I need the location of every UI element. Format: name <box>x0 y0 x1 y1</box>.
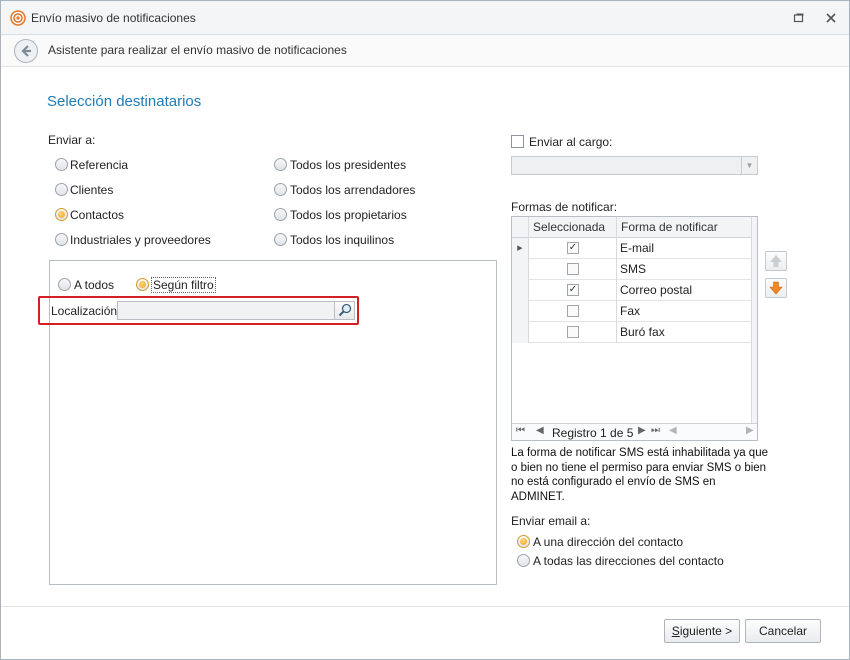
cell-method: Correo postal <box>620 283 693 297</box>
radio-one-address-label[interactable]: A una dirección del contacto <box>533 535 683 549</box>
cell-selected[interactable]: ✓ <box>529 280 617 301</box>
next-record-icon[interactable]: ▶ <box>638 425 646 436</box>
move-down-icon <box>769 281 783 295</box>
row-checkbox[interactable]: ✓ <box>567 242 579 254</box>
radio-contactos-label[interactable]: Contactos <box>70 208 124 222</box>
table-row[interactable]: ▶ ✓ E-mail <box>512 238 752 259</box>
row-checkbox[interactable] <box>567 263 579 275</box>
grid-corner <box>512 217 529 238</box>
location-label: Localización: <box>51 304 121 318</box>
title-bar: Envío masivo de notificaciones <box>1 1 849 35</box>
radio-clientes-label[interactable]: Clientes <box>70 183 113 197</box>
column-header-method[interactable]: Forma de notificar <box>617 217 752 238</box>
record-counter: Registro 1 de 5 <box>552 426 634 440</box>
location-input[interactable] <box>117 301 355 320</box>
cell-method: SMS <box>620 262 647 276</box>
radio-a-todos-label[interactable]: A todos <box>74 278 114 292</box>
search-icon <box>338 303 352 317</box>
first-record-icon[interactable]: ⏮ <box>516 425 525 436</box>
notify-methods-label: Formas de notificar: <box>511 200 618 214</box>
chevron-down-icon[interactable]: ▼ <box>741 157 757 174</box>
cell-method: Fax <box>620 304 641 318</box>
table-row[interactable]: ✓ Correo postal <box>512 280 752 301</box>
radio-presidentes-label[interactable]: Todos los presidentes <box>290 158 406 172</box>
restore-button[interactable] <box>791 10 807 26</box>
table-row[interactable]: SMS <box>512 259 752 280</box>
cell-selected[interactable] <box>529 322 617 343</box>
notify-methods-grid: Seleccionada Forma de notificar ▶ ✓ E-ma… <box>511 216 758 441</box>
location-search-button[interactable] <box>334 302 354 319</box>
next-button-accelerator: S <box>671 624 680 638</box>
cell-selected[interactable] <box>529 259 617 280</box>
radio-segun-filtro[interactable] <box>136 278 149 291</box>
radio-industriales-label[interactable]: Industriales y proveedores <box>70 233 211 247</box>
radio-clientes[interactable] <box>55 183 68 196</box>
cell-selected[interactable] <box>529 301 617 322</box>
row-checkbox[interactable]: ✓ <box>567 284 579 296</box>
radio-a-todos[interactable] <box>58 278 71 291</box>
app-icon <box>10 10 26 26</box>
scroll-right-icon[interactable]: ▶ <box>746 425 754 436</box>
next-button-label: iguiente > <box>679 624 733 638</box>
dialog-window: Envío masivo de notificaciones Asistente… <box>0 0 850 660</box>
section-title: Selección destinatarios <box>47 93 202 110</box>
send-email-label: Enviar email a: <box>511 514 591 528</box>
radio-industriales[interactable] <box>55 233 68 246</box>
column-header-selected[interactable]: Seleccionada <box>529 217 617 238</box>
row-checkbox[interactable] <box>567 305 579 317</box>
move-down-button[interactable] <box>765 278 787 298</box>
next-button[interactable]: Siguiente > <box>664 619 740 643</box>
radio-one-address[interactable] <box>517 535 530 548</box>
radio-segun-filtro-label[interactable]: Según filtro <box>151 277 216 293</box>
cell-selected[interactable]: ✓ <box>529 238 617 259</box>
cancel-button[interactable]: Cancelar <box>745 619 821 643</box>
close-button[interactable] <box>823 10 839 26</box>
last-record-icon[interactable]: ⏭ <box>651 425 660 436</box>
send-to-label: Enviar a: <box>48 133 96 147</box>
radio-propietarios[interactable] <box>274 208 287 221</box>
radio-contactos[interactable] <box>55 208 68 221</box>
radio-inquilinos-label[interactable]: Todos los inquilinos <box>290 233 394 247</box>
send-to-position-label[interactable]: Enviar al cargo: <box>529 135 612 149</box>
restore-icon <box>793 13 804 23</box>
cell-method: Buró fax <box>620 325 665 339</box>
move-up-icon <box>770 255 782 267</box>
grid-header: Seleccionada Forma de notificar <box>512 217 757 238</box>
radio-propietarios-label[interactable]: Todos los propietarios <box>290 208 407 222</box>
move-up-button[interactable] <box>765 251 787 271</box>
window-title: Envío masivo de notificaciones <box>31 11 196 25</box>
send-to-position-checkbox[interactable] <box>511 135 524 148</box>
position-combo[interactable]: ▼ <box>511 156 758 175</box>
table-row[interactable]: Buró fax <box>512 322 752 343</box>
row-pointer-icon: ▶ <box>512 238 529 259</box>
wizard-header: Asistente para realizar el envío masivo … <box>1 35 849 67</box>
scroll-left-icon[interactable]: ◀ <box>669 425 677 436</box>
radio-all-addresses-label[interactable]: A todas las direcciones del contacto <box>533 554 724 568</box>
grid-vertical-scrollbar[interactable] <box>751 217 757 424</box>
prev-record-icon[interactable]: ◀ <box>536 425 544 436</box>
table-row[interactable]: Fax <box>512 301 752 322</box>
record-navigator: ⏮ ◀ Registro 1 de 5 ▶ ⏭ ◀ ▶ <box>512 423 757 440</box>
radio-inquilinos[interactable] <box>274 233 287 246</box>
radio-all-addresses[interactable] <box>517 554 530 567</box>
radio-referencia-label[interactable]: Referencia <box>70 158 128 172</box>
footer-divider <box>1 606 849 607</box>
radio-arrendadores-label[interactable]: Todos los arrendadores <box>290 183 415 197</box>
radio-presidentes[interactable] <box>274 158 287 171</box>
sms-info-text: La forma de notificar SMS está inhabilit… <box>511 447 768 503</box>
back-arrow-icon[interactable] <box>13 38 39 64</box>
row-checkbox[interactable] <box>567 326 579 338</box>
radio-arrendadores[interactable] <box>274 183 287 196</box>
wizard-header-text: Asistente para realizar el envío masivo … <box>48 43 347 57</box>
cell-method: E-mail <box>620 241 655 255</box>
close-icon <box>826 13 836 23</box>
radio-referencia[interactable] <box>55 158 68 171</box>
